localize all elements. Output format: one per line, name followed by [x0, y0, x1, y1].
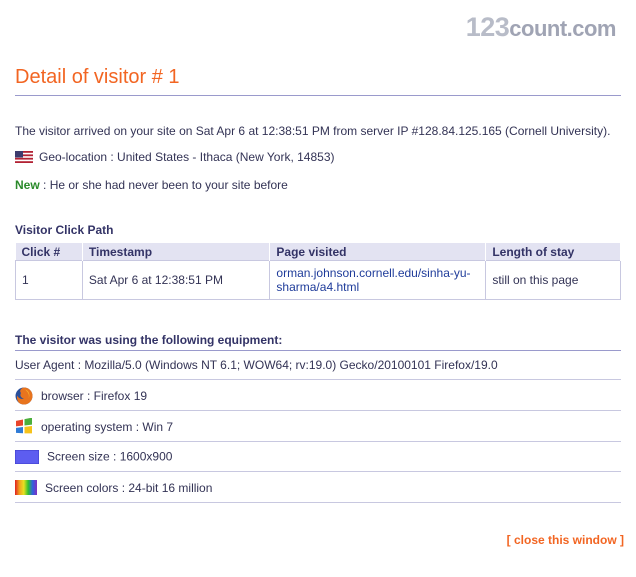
screen-colors-text: Screen colors : 24-bit 16 million — [45, 480, 213, 495]
color-spectrum-icon — [15, 480, 37, 496]
user-agent-text: User Agent : Mozilla/5.0 (Windows NT 6.1… — [15, 358, 498, 372]
table-row: 1 Sat Apr 6 at 12:38:51 PM orman.johnson… — [15, 260, 621, 300]
geo-location: Geo-location : United States - Ithaca (N… — [15, 150, 335, 164]
column-header: Click # — [15, 243, 83, 261]
title-divider — [15, 95, 621, 96]
page-title: Detail of visitor # 1 — [15, 66, 180, 88]
geo-location-text: Geo-location : United States - Ithaca (N… — [39, 150, 335, 164]
equipment-heading: The visitor was using the following equi… — [15, 333, 283, 347]
browser-text: browser : Firefox 19 — [41, 388, 148, 403]
screen-size-row: Screen size : 1600x900 — [15, 442, 621, 472]
site-logo: 123count.com — [465, 12, 617, 43]
windows-logo-icon — [16, 418, 32, 434]
us-flag-icon — [15, 151, 33, 163]
firefox-icon — [15, 387, 33, 405]
user-agent-row: User Agent : Mozilla/5.0 (Windows NT 6.1… — [15, 352, 621, 380]
new-badge: New — [15, 178, 40, 192]
column-header: Page visited — [269, 243, 487, 261]
column-header: Timestamp — [82, 243, 271, 261]
new-visitor-text: : He or she had never been to your site … — [39, 178, 288, 192]
screen-size-icon — [15, 449, 39, 464]
logo-text: count.com — [509, 16, 616, 41]
table-header-row: Click # Timestamp Page visited Length of… — [15, 243, 621, 261]
timestamp-cell: Sat Apr 6 at 12:38:51 PM — [81, 260, 271, 300]
click-path-table: Click # Timestamp Page visited Length of… — [15, 243, 621, 300]
click-path-heading: Visitor Click Path — [15, 223, 114, 237]
equipment-divider — [15, 350, 621, 351]
page-visited-link[interactable]: orman.johnson.cornell.edu/sinha-yu-sharm… — [269, 260, 487, 300]
length-of-stay-cell: still on this page — [485, 260, 621, 300]
column-header: Length of stay — [485, 243, 621, 261]
browser-row: browser : Firefox 19 — [15, 380, 621, 411]
new-visitor: New : He or she had never been to your s… — [15, 178, 288, 192]
click-number-cell: 1 — [15, 260, 83, 300]
os-text: operating system : Win 7 — [41, 419, 174, 434]
screen-size-text: Screen size : 1600x900 — [47, 449, 173, 464]
arrival-text: The visitor arrived on your site on Sat … — [15, 124, 611, 138]
close-window-link[interactable]: [ close this window ] — [507, 533, 624, 547]
screen-colors-row: Screen colors : 24-bit 16 million — [15, 472, 621, 503]
os-row: operating system : Win 7 — [15, 411, 621, 442]
logo-number: 123 — [465, 12, 510, 42]
